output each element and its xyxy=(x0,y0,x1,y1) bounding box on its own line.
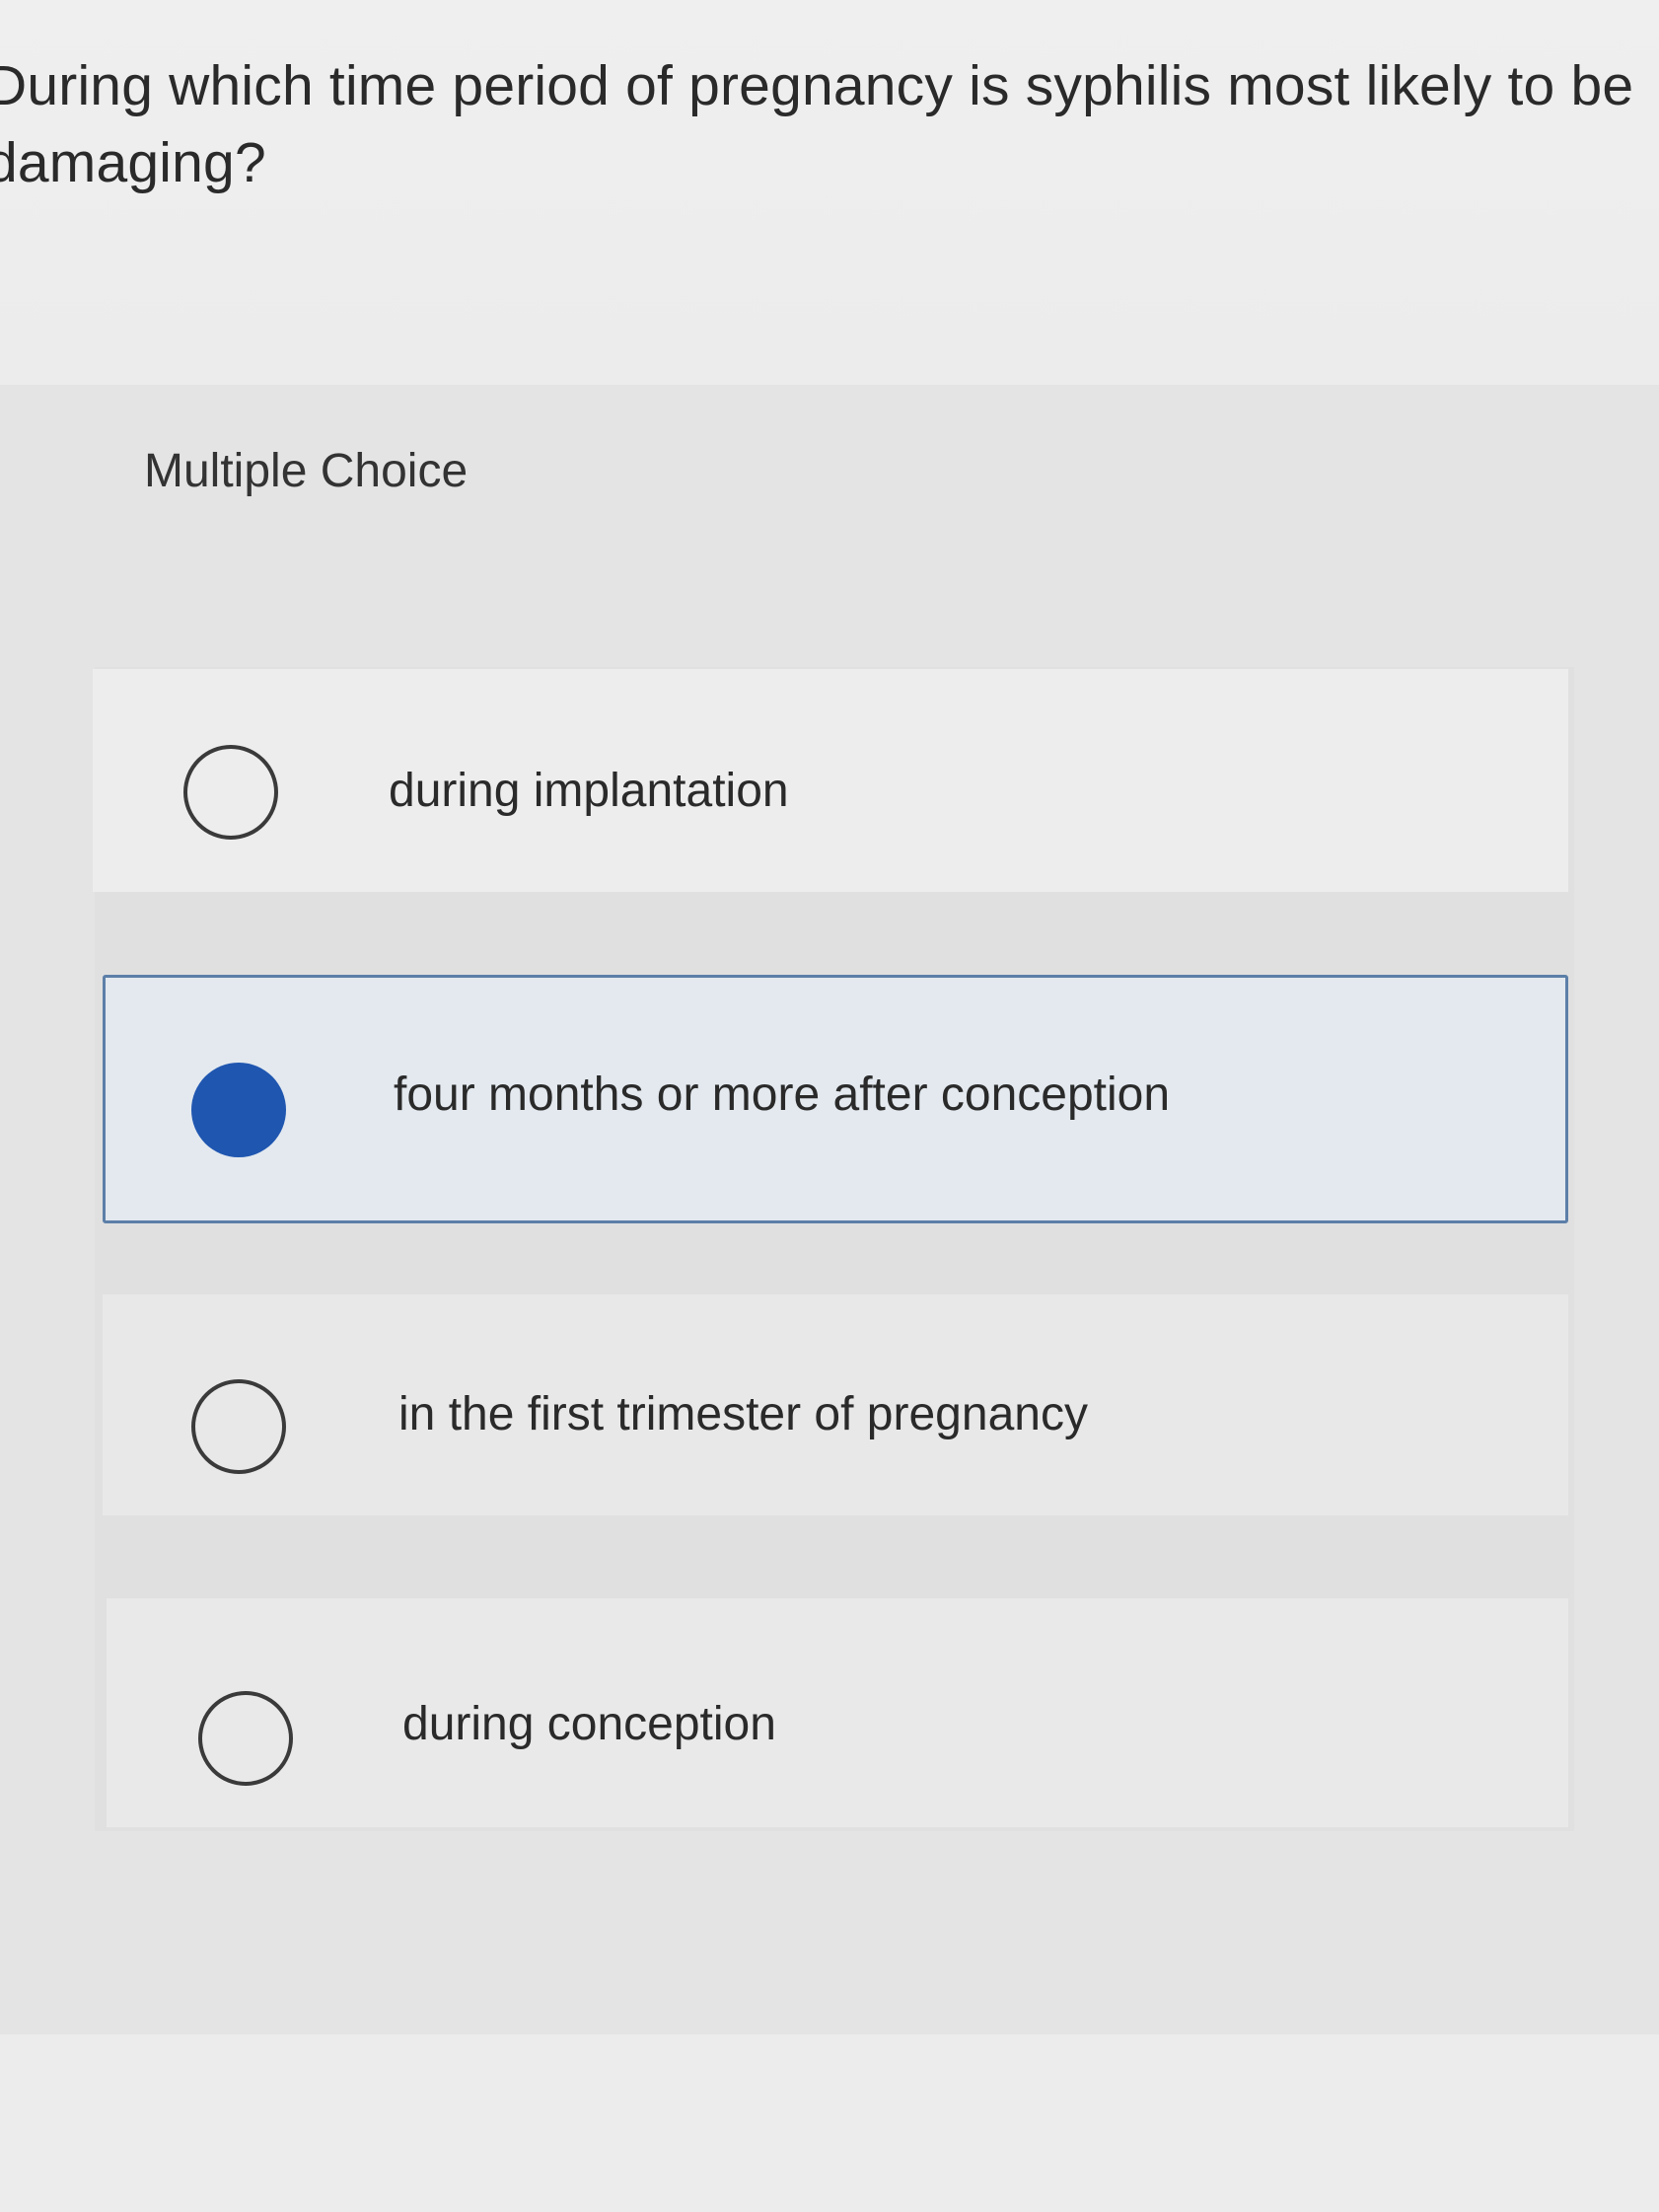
radio-button-unselected[interactable] xyxy=(183,745,278,840)
choice-label: four months or more after conception xyxy=(394,1069,1171,1121)
radio-button-selected[interactable] xyxy=(191,1063,286,1157)
choice-option[interactable]: in the first trimester of pregnancy xyxy=(103,1294,1568,1515)
radio-button-unselected[interactable] xyxy=(191,1379,286,1474)
radio-button-unselected[interactable] xyxy=(198,1691,293,1786)
choice-option[interactable]: during implantation xyxy=(93,669,1568,892)
question-type-label: Multiple Choice xyxy=(144,445,469,497)
question-text: During which time period of pregnancy is… xyxy=(0,54,1634,194)
question-area: During which time period of pregnancy is… xyxy=(0,0,1659,385)
choice-label: during conception xyxy=(402,1698,776,1750)
choice-option-selected[interactable]: four months or more after conception xyxy=(103,975,1568,1223)
choice-label: in the first trimester of pregnancy xyxy=(398,1388,1088,1440)
choice-option[interactable]: during conception xyxy=(107,1598,1568,1827)
choice-label: during implantation xyxy=(389,765,789,817)
page-background xyxy=(0,2034,1659,2212)
